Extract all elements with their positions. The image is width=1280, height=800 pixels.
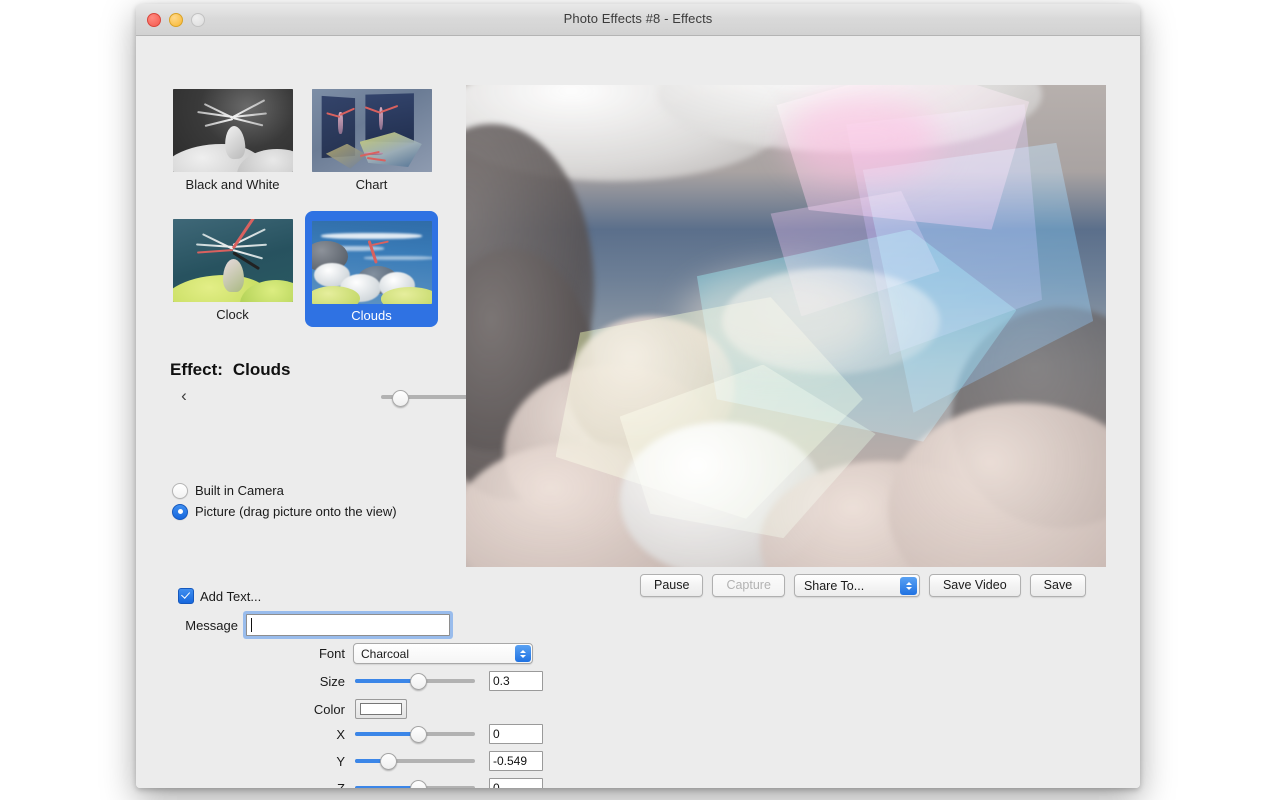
slider-fill — [355, 732, 417, 736]
size-slider[interactable] — [355, 673, 475, 690]
video-preview[interactable] — [466, 85, 1106, 567]
radio-button-selected-icon[interactable] — [172, 503, 188, 520]
effect-navigation: ‹ 1 of 7 › — [166, 384, 567, 410]
window-titlebar[interactable]: Photo Effects #8 - Effects — [136, 4, 1140, 36]
effect-thumb-clock[interactable]: Clock — [166, 211, 299, 327]
slider-fill — [355, 679, 417, 683]
color-well[interactable] — [355, 699, 407, 719]
effect-thumb-label: Black and White — [185, 177, 280, 192]
effect-thumb-black-and-white[interactable]: Black and White — [166, 81, 299, 197]
radio-label: Built in Camera — [195, 483, 284, 498]
effect-thumb-label: Chart — [355, 177, 388, 192]
text-cursor — [251, 618, 252, 632]
effect-title-label: Effect: — [170, 360, 223, 379]
size-value-field[interactable]: 0.3 — [489, 671, 543, 691]
slider-fill — [355, 786, 417, 788]
slider-knob[interactable] — [410, 726, 427, 743]
color-row: Color — [172, 699, 407, 719]
font-field-row: Font Charcoal — [172, 643, 533, 664]
effect-thumb-image-black-and-white — [172, 89, 293, 172]
pause-button[interactable]: Pause — [640, 574, 704, 597]
save-video-button[interactable]: Save Video — [928, 574, 1021, 597]
screen: Photo Effects #8 - Effects Black and Whi… — [0, 0, 1280, 800]
z-label: Z — [337, 780, 345, 789]
x-label: X — [336, 726, 345, 742]
effect-thumb-chart[interactable]: Chart — [305, 81, 438, 197]
effect-slider-knob[interactable] — [392, 390, 409, 407]
size-slider-row: Size 0.3 — [172, 671, 543, 691]
chevron-updown-icon[interactable] — [900, 576, 918, 595]
message-input[interactable] — [246, 614, 450, 636]
window-content: Black and White Chart Clock Clouds Effec… — [136, 36, 1140, 788]
previous-effect-icon[interactable]: ‹ — [174, 384, 194, 408]
x-slider-row: X 0 — [172, 724, 543, 744]
add-text-checkbox-row[interactable]: Add Text... — [178, 588, 261, 604]
action-button-bar: Pause Capture Share To... Save Video Sav… — [640, 574, 1087, 597]
effect-thumb-image-clock — [172, 219, 293, 302]
radio-label: Picture (drag picture onto the view) — [195, 504, 397, 519]
capture-button: Capture — [712, 574, 785, 597]
z-value-field[interactable]: 0 — [489, 778, 543, 788]
x-value-field[interactable]: 0 — [489, 724, 543, 744]
color-label: Color — [313, 701, 345, 717]
radio-built-in-camera[interactable]: Built in Camera — [172, 480, 397, 501]
font-label: Font — [318, 646, 345, 661]
font-select[interactable]: Charcoal — [353, 643, 533, 664]
y-slider-row: Y -0.549 — [172, 751, 543, 771]
y-slider[interactable] — [355, 753, 475, 770]
effect-title: Effect: Clouds — [170, 360, 291, 380]
effect-thumb-image-chart — [311, 89, 432, 172]
message-label: Message — [185, 617, 238, 633]
save-button[interactable]: Save — [1029, 574, 1087, 597]
radio-picture[interactable]: Picture (drag picture onto the view) — [172, 501, 397, 522]
window-title: Photo Effects #8 - Effects — [563, 11, 713, 26]
slider-knob[interactable] — [410, 673, 427, 690]
y-label: Y — [336, 753, 345, 769]
color-swatch — [360, 703, 402, 715]
effect-thumb-clouds[interactable]: Clouds — [305, 211, 438, 327]
add-text-label: Add Text... — [200, 588, 262, 604]
radio-button-icon[interactable] — [172, 482, 188, 499]
checkbox-checked-icon[interactable] — [178, 588, 194, 604]
effect-thumb-image-clouds — [311, 221, 432, 304]
preview-glow — [786, 94, 940, 182]
effect-thumb-label: Clock — [216, 307, 249, 322]
x-slider[interactable] — [355, 726, 475, 743]
message-field-row: Message — [172, 614, 450, 636]
z-slider-row: Z 0 — [172, 778, 543, 788]
z-slider[interactable] — [355, 780, 475, 788]
size-label: Size — [319, 673, 345, 689]
effect-title-value: Clouds — [232, 360, 291, 379]
font-select-value: Charcoal — [361, 646, 410, 661]
chevron-updown-icon[interactable] — [515, 645, 531, 662]
effect-thumb-label: Clouds — [351, 308, 392, 323]
slider-knob[interactable] — [410, 780, 427, 788]
y-value-field[interactable]: -0.549 — [489, 751, 543, 771]
app-window: Photo Effects #8 - Effects Black and Whi… — [136, 4, 1140, 788]
slider-knob[interactable] — [380, 753, 397, 770]
share-to-value: Share To... — [803, 578, 865, 593]
preview-glow — [683, 268, 876, 365]
source-radio-group: Built in Camera Picture (drag picture on… — [172, 480, 397, 522]
share-to-select[interactable]: Share To... — [793, 574, 920, 597]
